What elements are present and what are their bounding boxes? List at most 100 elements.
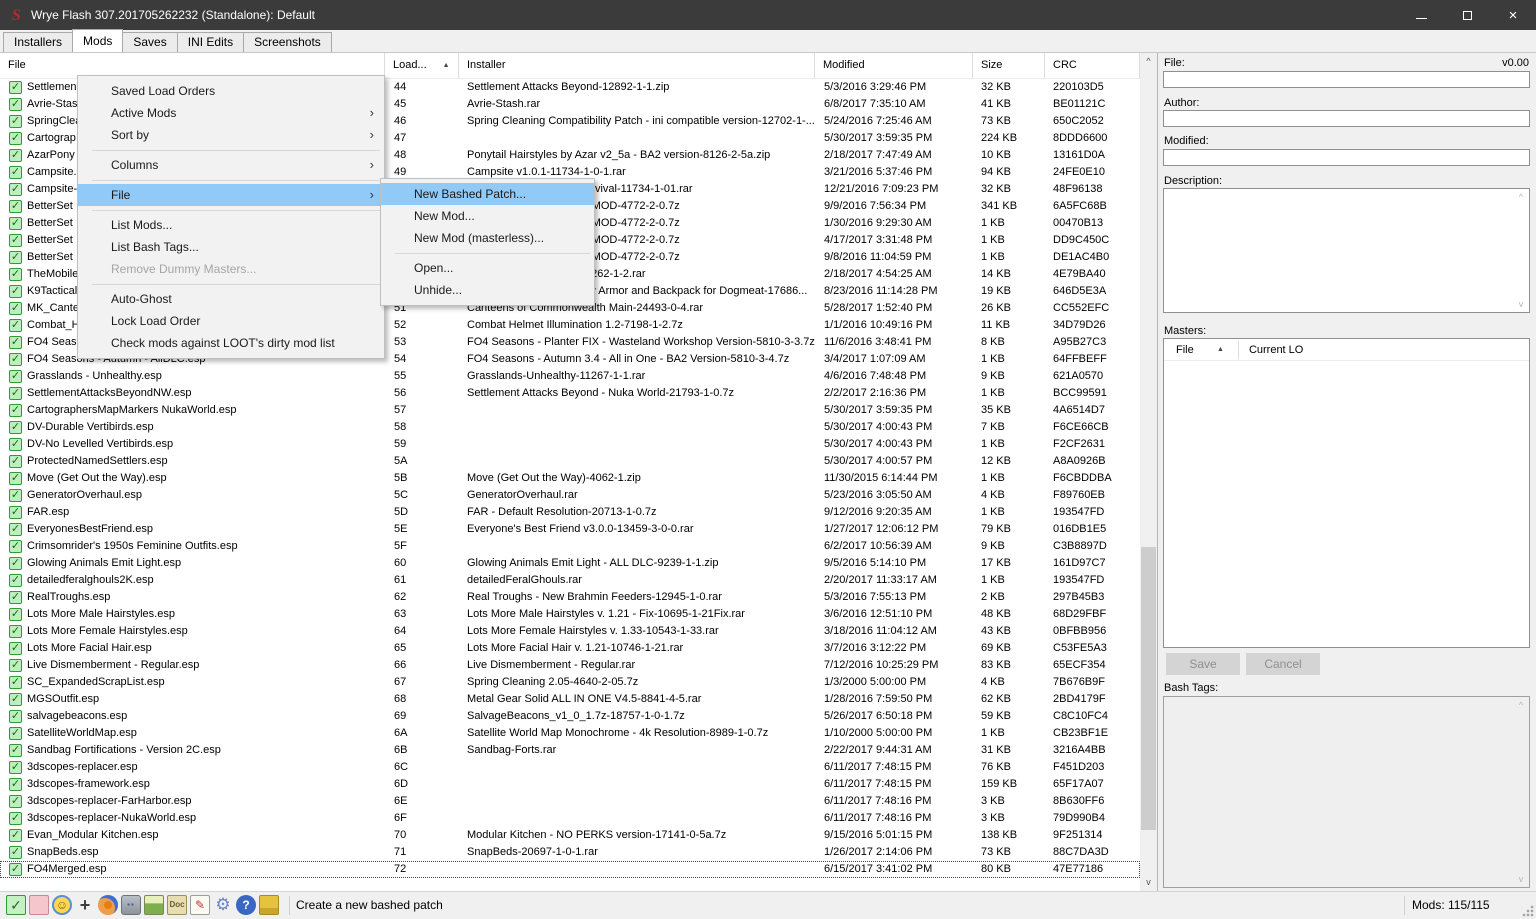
table-row[interactable]: ✓ RealTroughs.esp 62 Real Troughs - New Bra… (0, 589, 1140, 606)
mod-checkbox-icon[interactable]: ✓ (9, 727, 22, 740)
menu-item-list-mods[interactable]: List Mods... (78, 214, 384, 236)
table-row[interactable]: ✓ Lots More Male Hairstyles.esp 63 Lots Mor… (0, 606, 1140, 623)
mod-checkbox-icon[interactable]: ✓ (9, 387, 22, 400)
mod-checkbox-icon[interactable]: ✓ (9, 744, 22, 757)
table-row[interactable]: ✓ Glowing Animals Emit Light.esp 60 Glowing… (0, 555, 1140, 572)
scroll-down-icon[interactable]: v (1140, 874, 1157, 891)
mod-checkbox-icon[interactable]: ✓ (9, 829, 22, 842)
mod-checkbox-icon[interactable]: ✓ (9, 795, 22, 808)
mod-checkbox-icon[interactable]: ✓ (9, 302, 22, 315)
mod-checkbox-icon[interactable]: ✓ (9, 353, 22, 366)
tab-screenshots[interactable]: Screenshots (243, 32, 332, 52)
table-row[interactable]: ✓ FAR.esp 5D FAR - Default Resolution-20713… (0, 504, 1140, 521)
table-row[interactable]: ✓ MGSOutfit.esp 68 Metal Gear Solid ALL IN … (0, 691, 1140, 708)
mod-checkbox-icon[interactable]: ✓ (9, 404, 22, 417)
launcher-icon[interactable]: + (75, 895, 95, 915)
author-field[interactable] (1163, 110, 1530, 127)
mod-checkbox-icon[interactable]: ✓ (9, 761, 22, 774)
menu-item-columns[interactable]: Columns › (78, 154, 384, 176)
scroll-down-icon[interactable]: v (1515, 298, 1527, 310)
table-row[interactable]: ✓ Lots More Female Hairstyles.esp 64 Lots M… (0, 623, 1140, 640)
tab-installers[interactable]: Installers (3, 32, 74, 52)
menu-item-new-bashed-patch[interactable]: New Bashed Patch... (381, 183, 594, 205)
menu-item-check-mods-against-loot-s-dirty-mod-list[interactable]: Check mods against LOOT's dirty mod list (78, 332, 384, 354)
robot-icon[interactable]: ▪▪ (121, 895, 141, 915)
bash-tags-field[interactable]: ^ v (1163, 696, 1530, 888)
table-row[interactable]: ✓ Grasslands - Unhealthy.esp 55 Grasslands-… (0, 368, 1140, 385)
mod-checkbox-icon[interactable]: ✓ (9, 455, 22, 468)
bashmon-icon[interactable] (259, 895, 279, 915)
close-button[interactable]: × (1490, 0, 1536, 30)
table-row[interactable]: ✓ DV-Durable Vertibirds.esp 58 5/30/2017 4:… (0, 419, 1140, 436)
mod-checkbox-icon[interactable]: ✓ (9, 200, 22, 213)
mod-checkbox-icon[interactable]: ✓ (9, 557, 22, 570)
maximize-button[interactable] (1444, 0, 1490, 30)
mod-checkbox-icon[interactable]: ✓ (9, 625, 22, 638)
table-row[interactable]: ✓ Live Dismemberment - Regular.esp 66 Live … (0, 657, 1140, 674)
table-row[interactable]: ✓ SatelliteWorldMap.esp 6A Satellite World … (0, 725, 1140, 742)
table-row[interactable]: ✓ salvagebeacons.esp 69 SalvageBeacons_v1_0… (0, 708, 1140, 725)
menu-item-new-mod-masterless[interactable]: New Mod (masterless)... (381, 227, 594, 249)
help-icon[interactable]: ? (236, 895, 256, 915)
table-row[interactable]: ✓ 3dscopes-replacer-NukaWorld.esp 6F 6/11/2… (0, 810, 1140, 827)
column-header-size[interactable]: Size (973, 53, 1045, 79)
table-row[interactable]: ✓ Move (Get Out the Way).esp 5B Move (Get O… (0, 470, 1140, 487)
mod-checkbox-icon[interactable]: ✓ (9, 421, 22, 434)
menu-item-remove-dummy-masters[interactable]: Remove Dummy Masters... (78, 258, 384, 280)
menu-item-new-mod[interactable]: New Mod... (381, 205, 594, 227)
table-row[interactable]: ✓ ProtectedNamedSettlers.esp 5A 5/30/2017 4… (0, 453, 1140, 470)
menu-item-open[interactable]: Open... (381, 257, 594, 279)
mod-checkbox-icon[interactable]: ✓ (9, 778, 22, 791)
mod-checkbox-icon[interactable]: ✓ (9, 540, 22, 553)
image-editor-icon[interactable] (144, 895, 164, 915)
mod-checkbox-icon[interactable]: ✓ (9, 574, 22, 587)
mod-checkbox-icon[interactable]: ✓ (9, 183, 22, 196)
menu-item-auto-ghost[interactable]: Auto-Ghost (78, 288, 384, 310)
mod-checkbox-icon[interactable]: ✓ (9, 115, 22, 128)
column-header-load[interactable]: Load... ▲ (385, 53, 459, 79)
mod-checkbox-icon[interactable]: ✓ (9, 523, 22, 536)
mod-checkbox-icon[interactable]: ✓ (9, 149, 22, 162)
cancel-button[interactable]: Cancel (1246, 653, 1320, 675)
settings-gear-icon[interactable]: ⚙ (213, 895, 233, 915)
mod-checkbox-icon[interactable]: ✓ (9, 98, 22, 111)
menu-item-file[interactable]: File › (78, 184, 384, 206)
table-row[interactable]: ✓ CartographersMapMarkers NukaWorld.esp 57… (0, 402, 1140, 419)
description-field[interactable]: ^ v (1163, 188, 1530, 313)
mod-checkbox-icon[interactable]: ✓ (9, 710, 22, 723)
file-field[interactable] (1163, 71, 1530, 88)
mod-checkbox-icon[interactable]: ✓ (9, 472, 22, 485)
menu-item-active-mods[interactable]: Active Mods › (78, 102, 384, 124)
column-header-crc[interactable]: CRC (1045, 53, 1140, 79)
mod-checkbox-icon[interactable]: ✓ (9, 370, 22, 383)
modified-field[interactable] (1163, 149, 1530, 166)
checked-checkbox-icon[interactable]: ✓ (6, 895, 26, 915)
table-row[interactable]: ✓ GeneratorOverhaul.esp 5C GeneratorOverhau… (0, 487, 1140, 504)
mod-checkbox-icon[interactable]: ✓ (9, 217, 22, 230)
scroll-up-icon[interactable]: ^ (1515, 191, 1527, 203)
vault-boy-icon[interactable]: ☺ (52, 895, 72, 915)
table-row[interactable]: ✓ Crimsomrider's 1950s Feminine Outfits.e… (0, 538, 1140, 555)
mod-checkbox-icon[interactable]: ✓ (9, 642, 22, 655)
mod-checkbox-icon[interactable]: ✓ (9, 676, 22, 689)
table-row[interactable]: ✓ Evan_Modular Kitchen.esp 70 Modular Kitch… (0, 827, 1140, 844)
minimize-button[interactable] (1398, 0, 1444, 30)
mod-checkbox-icon[interactable]: ✓ (9, 251, 22, 264)
mod-checkbox-icon[interactable]: ✓ (9, 438, 22, 451)
tab-saves[interactable]: Saves (122, 32, 178, 52)
unchecked-checkbox-icon[interactable] (29, 895, 49, 915)
column-header-modified[interactable]: Modified (815, 53, 973, 79)
blender-icon[interactable] (98, 895, 118, 915)
menu-item-sort-by[interactable]: Sort by › (78, 124, 384, 146)
scroll-down-icon[interactable]: v (1515, 873, 1527, 885)
mod-checker-icon[interactable]: ✎ (190, 895, 210, 915)
mod-checkbox-icon[interactable]: ✓ (9, 132, 22, 145)
mod-checkbox-icon[interactable]: ✓ (9, 81, 22, 94)
column-header-installer[interactable]: Installer (459, 53, 815, 79)
menu-item-list-bash-tags[interactable]: List Bash Tags... (78, 236, 384, 258)
mod-checkbox-icon[interactable]: ✓ (9, 489, 22, 502)
mod-checkbox-icon[interactable]: ✓ (9, 591, 22, 604)
table-row[interactable]: ✓ DV-No Levelled Vertibirds.esp 59 5/30/201… (0, 436, 1140, 453)
mod-list-scrollbar[interactable]: ^ v (1140, 53, 1157, 891)
mod-checkbox-icon[interactable]: ✓ (9, 268, 22, 281)
